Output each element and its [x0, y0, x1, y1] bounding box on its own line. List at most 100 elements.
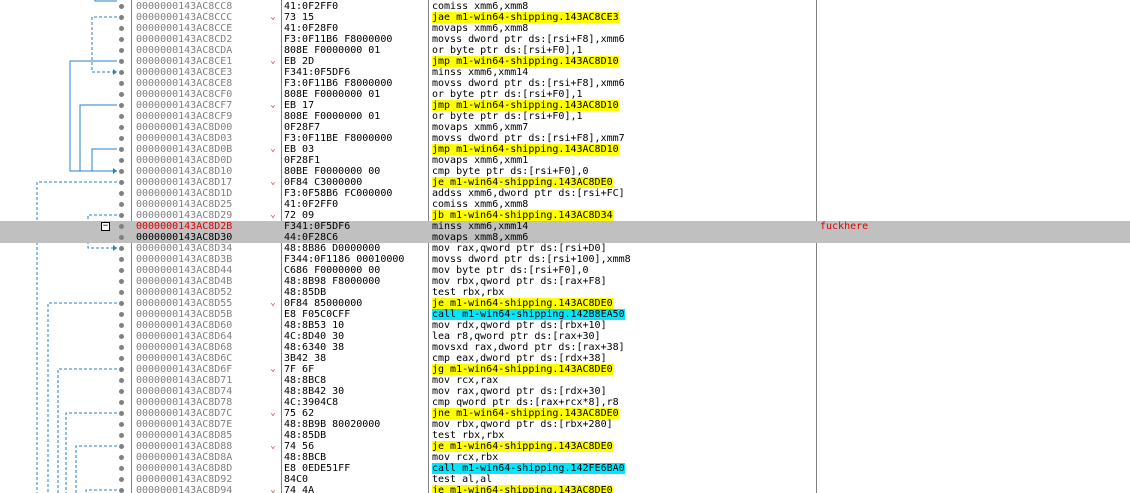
address-cell[interactable]: 0000000143AC8D1D [136, 188, 282, 199]
table-row[interactable]: 0000000143AC8CD2 F3:0F11B6 F8000000 movss … [0, 34, 1130, 45]
address-cell[interactable]: 0000000143AC8CD2 [136, 34, 282, 45]
table-row[interactable]: 0000000143AC8D7E 48:8B9B 80020000 mov rbx,… [0, 419, 1130, 430]
instruction-cell[interactable]: movaps xmm8,xmm6 [432, 232, 816, 243]
breakpoint-dot-icon[interactable] [119, 246, 124, 251]
table-row[interactable]: 0000000143AC8CE3 F341:0F5DF6 minss xmm6,xm… [0, 67, 1130, 78]
breakpoint-dot-icon[interactable] [119, 26, 124, 31]
instruction-cell[interactable]: movss dword ptr ds:[rsi+F8],xmm7 [432, 133, 816, 144]
breakpoint-dot-icon[interactable] [119, 356, 124, 361]
instruction-cell[interactable]: jg m1-win64-shipping.143AC8DE0 [432, 364, 816, 375]
address-cell[interactable]: 0000000143AC8CCC [136, 12, 282, 23]
breakpoint-dot-icon[interactable] [119, 334, 124, 339]
address-cell[interactable]: 0000000143AC8D34 [136, 243, 282, 254]
address-cell[interactable]: 0000000143AC8D55 [136, 298, 282, 309]
breakpoint-dot-icon[interactable] [119, 455, 124, 460]
breakpoint-dot-icon[interactable] [119, 477, 124, 482]
breakpoint-dot-icon[interactable] [119, 48, 124, 53]
table-row[interactable]: 0000000143AC8D2B F341:0F5DF6 minss xmm6,xm… [0, 221, 1130, 232]
instruction-cell[interactable]: movss dword ptr ds:[rsi+100],xmm8 [432, 254, 816, 265]
address-cell[interactable]: 0000000143AC8D85 [136, 430, 282, 441]
table-row[interactable]: 0000000143AC8D25 41:0F2FF0 comiss xmm6,xmm… [0, 199, 1130, 210]
breakpoint-dot-icon[interactable] [119, 224, 124, 229]
address-cell[interactable]: 0000000143AC8D29 [136, 210, 282, 221]
breakpoint-dot-icon[interactable] [119, 37, 124, 42]
instruction-cell[interactable]: movaps xmm6,xmm1 [432, 155, 816, 166]
disassembly-view[interactable]: 0000000143AC8CC8 41:0F2FF0 comiss xmm6,xmm… [0, 0, 1130, 493]
instruction-cell[interactable]: mov rbx,qword ptr ds:[rax+F8] [432, 276, 816, 287]
table-row[interactable]: 0000000143AC8D94 ⌄ 74 4A je m1-win64-shippi… [0, 485, 1130, 493]
breakpoint-dot-icon[interactable] [119, 147, 124, 152]
breakpoint-dot-icon[interactable] [119, 378, 124, 383]
breakpoint-dot-icon[interactable] [119, 345, 124, 350]
address-cell[interactable]: 0000000143AC8D0B [136, 144, 282, 155]
address-cell[interactable]: 0000000143AC8D10 [136, 166, 282, 177]
breakpoint-dot-icon[interactable] [119, 411, 124, 416]
table-row[interactable]: 0000000143AC8D0D 0F28F1 movaps xmm6,xmm1 [0, 155, 1130, 166]
breakpoint-dot-icon[interactable] [119, 279, 124, 284]
instruction-cell[interactable]: cmp byte ptr ds:[rsi+F0],0 [432, 166, 816, 177]
table-row[interactable]: 0000000143AC8D3B F344:0F1186 00010000 movs… [0, 254, 1130, 265]
address-cell[interactable]: 0000000143AC8D7E [136, 419, 282, 430]
table-row[interactable]: 0000000143AC8D6C 3B42 38 cmp eax,dword ptr… [0, 353, 1130, 364]
breakpoint-dot-icon[interactable] [119, 81, 124, 86]
instruction-cell[interactable]: call m1-win64-shipping.142B8EA50 [432, 309, 816, 320]
table-row[interactable]: 0000000143AC8D55 ⌄ 0F84 85000000 je m1-win6… [0, 298, 1130, 309]
table-row[interactable]: 0000000143AC8CDA 808E F0000000 01 or byte … [0, 45, 1130, 56]
address-cell[interactable]: 0000000143AC8CF9 [136, 111, 282, 122]
breakpoint-dot-icon[interactable] [119, 400, 124, 405]
table-row[interactable]: 0000000143AC8D52 48:85DB test rbx,rbx [0, 287, 1130, 298]
address-cell[interactable]: 0000000143AC8D30 [136, 232, 282, 243]
table-row[interactable]: 0000000143AC8D5B E8 F05C0CFF call m1-win64… [0, 309, 1130, 320]
address-cell[interactable]: 0000000143AC8D0D [136, 155, 282, 166]
instruction-cell[interactable]: je m1-win64-shipping.143AC8DE0 [432, 485, 816, 493]
instruction-cell[interactable]: lea r8,qword ptr ds:[rax+30] [432, 331, 816, 342]
instruction-cell[interactable]: cmp eax,dword ptr ds:[rdx+38] [432, 353, 816, 364]
address-cell[interactable]: 0000000143AC8CDA [136, 45, 282, 56]
breakpoint-dot-icon[interactable] [119, 169, 124, 174]
instruction-cell[interactable]: mov rcx,rbx [432, 452, 816, 463]
address-cell[interactable]: 0000000143AC8D6F [136, 364, 282, 375]
table-row[interactable]: 0000000143AC8CCE 41:0F28F0 movaps xmm6,xmm… [0, 23, 1130, 34]
breakpoint-dot-icon[interactable] [119, 103, 124, 108]
table-row[interactable]: 0000000143AC8D17 ⌄ 0F84 C3000000 je m1-win6… [0, 177, 1130, 188]
table-row[interactable]: 0000000143AC8CE8 F3:0F11B6 F8000000 movss … [0, 78, 1130, 89]
breakpoint-dot-icon[interactable] [119, 422, 124, 427]
breakpoint-dot-icon[interactable] [119, 466, 124, 471]
table-row[interactable]: 0000000143AC8CF9 808E F0000000 01 or byte … [0, 111, 1130, 122]
address-cell[interactable]: 0000000143AC8D92 [136, 474, 282, 485]
breakpoint-dot-icon[interactable] [119, 59, 124, 64]
breakpoint-dot-icon[interactable] [119, 389, 124, 394]
instruction-cell[interactable]: je m1-win64-shipping.143AC8DE0 [432, 177, 816, 188]
instruction-cell[interactable]: jmp m1-win64-shipping.143AC8D10 [432, 56, 816, 67]
address-cell[interactable]: 0000000143AC8D03 [136, 133, 282, 144]
breakpoint-dot-icon[interactable] [119, 257, 124, 262]
table-row[interactable]: 0000000143AC8D85 48:85DB test rbx,rbx [0, 430, 1130, 441]
table-row[interactable]: 0000000143AC8D8D E8 0EDE51FF call m1-win64… [0, 463, 1130, 474]
breakpoint-dot-icon[interactable] [119, 15, 124, 20]
breakpoint-dot-icon[interactable] [119, 323, 124, 328]
instruction-cell[interactable]: minss xmm6,xmm14 [432, 67, 816, 78]
instruction-cell[interactable]: mov rax,qword ptr ds:[rsi+D0] [432, 243, 816, 254]
address-cell[interactable]: 0000000143AC8D3B [136, 254, 282, 265]
table-row[interactable]: 0000000143AC8D10 80BE F0000000 00 cmp byte… [0, 166, 1130, 177]
table-row[interactable]: 0000000143AC8CC8 41:0F2FF0 comiss xmm6,xmm… [0, 1, 1130, 12]
instruction-cell[interactable]: or byte ptr ds:[rsi+F0],1 [432, 45, 816, 56]
breakpoint-dot-icon[interactable] [119, 367, 124, 372]
address-cell[interactable]: 0000000143AC8D52 [136, 287, 282, 298]
breakpoint-dot-icon[interactable] [119, 290, 124, 295]
instruction-cell[interactable]: test rbx,rbx [432, 430, 816, 441]
table-row[interactable]: 0000000143AC8D64 4C:8D40 30 lea r8,qword p… [0, 331, 1130, 342]
instruction-cell[interactable]: jb m1-win64-shipping.143AC8D34 [432, 210, 816, 221]
address-cell[interactable]: 0000000143AC8CE1 [136, 56, 282, 67]
breakpoint-dot-icon[interactable] [119, 433, 124, 438]
table-row[interactable]: 0000000143AC8CCC ⌄ 73 15 jae m1-win64-shipp… [0, 12, 1130, 23]
address-cell[interactable]: 0000000143AC8CE8 [136, 78, 282, 89]
instruction-cell[interactable]: addss xmm6,dword ptr ds:[rsi+FC] [432, 188, 816, 199]
instruction-cell[interactable]: mov rbx,qword ptr ds:[rbx+280] [432, 419, 816, 430]
instruction-cell[interactable]: mov byte ptr ds:[rsi+F0],0 [432, 265, 816, 276]
address-cell[interactable]: 0000000143AC8CC8 [136, 1, 282, 12]
instruction-cell[interactable]: or byte ptr ds:[rsi+F0],1 [432, 89, 816, 100]
address-cell[interactable]: 0000000143AC8D6C [136, 353, 282, 364]
table-row[interactable]: 0000000143AC8D88 ⌄ 74 56 je m1-win64-shippi… [0, 441, 1130, 452]
breakpoint-dot-icon[interactable] [119, 268, 124, 273]
